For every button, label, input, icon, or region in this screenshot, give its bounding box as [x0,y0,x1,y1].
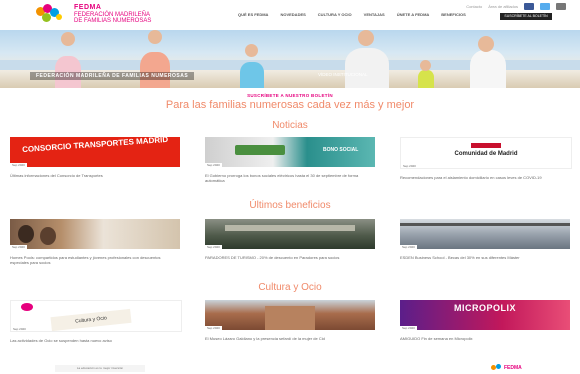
nav-unete[interactable]: ÚNETE A FEDMA [397,12,430,17]
benefit-description[interactable]: ESDEN Business School - Becas del 30% en… [400,255,570,260]
hero-person [345,48,389,88]
nav-beneficios[interactable]: BENEFICIOS [441,12,465,17]
power-strip-shape [235,145,285,155]
building-shape [225,225,355,231]
culture-card[interactable]: MICROPOLIX Sep 2020 AMIGUIDO Fin de sema… [400,300,570,341]
header: FEDMA FEDERACIÓN MADRILEÑA DE FAMILIAS N… [0,0,580,30]
benefit-description[interactable]: PARADORES DE TURISMO - 20% de descuento … [205,255,375,260]
nav-novedades[interactable]: NOVEDADES [280,12,305,17]
ceiling-shape [400,223,570,226]
section-title-cultura: Cultura y Ocio [258,282,322,293]
hero-person [470,50,506,88]
news-card[interactable]: Comunidad de Madrid Sep 2020 Recomendaci… [400,137,572,180]
hero-person-head [245,44,258,57]
news-image[interactable]: Comunidad de Madrid Sep 2020 [400,137,572,169]
news-image[interactable]: BONO SOCIAL Sep 2020 [205,137,375,167]
footer-logo[interactable]: FEDMA [491,364,525,372]
logo-name: FEDMA [74,4,102,11]
hero-person [240,62,264,88]
subscribe-newsletter-button[interactable]: SUSCRÍBETE AL BOLETÍN [500,13,552,20]
people-shape [40,227,56,245]
news-description[interactable]: El Gobierno prorroga los bonos sociales … [205,173,375,183]
news-description[interactable]: Últimas informaciones del Consorcio de T… [10,173,180,178]
nav-ventajas[interactable]: VENTAJAS [364,12,385,17]
news-image[interactable]: CONSORCIO TRANSPORTES MADRID Sep 2020 [10,137,180,167]
logo-text: FEDMA FEDERACIÓN MADRILEÑA DE FAMILIAS N… [74,4,152,25]
nav-cultura-y-ocio[interactable]: CULTURA Y OCIO [318,12,352,17]
news-card[interactable]: BONO SOCIAL Sep 2020 El Gobierno prorrog… [205,137,375,183]
news-date: Sep 2020 [401,164,418,168]
footer-logo-text: FEDMA [504,365,522,371]
footer: La educación es tu mejor inversión FEDMA [0,364,580,374]
culture-image-text: Cultura y Ocio [50,308,132,331]
logo-dot-icon [496,364,501,369]
news-description[interactable]: Recomendaciones para el aislamiento domi… [400,175,570,180]
news-image-text: CONSORCIO TRANSPORTES MADRID [21,137,169,155]
culture-image[interactable]: MICROPOLIX Sep 2020 [400,300,570,330]
culture-image[interactable]: Cultura y Ocio Sep 2020 [10,300,182,332]
culture-image-text: MICROPOLIX [453,303,516,313]
news-date: Sep 2020 [205,163,222,167]
site-logo[interactable]: FEDMA FEDERACIÓN MADRILEÑA DE FAMILIAS N… [34,3,164,25]
footer-banner[interactable]: La educación es tu mejor inversión [55,365,145,372]
museum-building-shape [265,306,315,330]
hero-caption: FEDERACIÓN MADRILEÑA DE FAMILIAS NUMEROS… [30,72,195,80]
hero-person-head [478,36,494,52]
culture-card[interactable]: Cultura y Ocio Sep 2020 Las actividades … [10,300,182,343]
section-title-noticias: Noticias [272,120,308,131]
hero-person-head [148,30,162,44]
news-image-text: Comunidad de Madrid [454,151,518,157]
benefit-card[interactable]: Sep 2020 Homes Pools: compartidos para e… [10,219,180,265]
benefit-image[interactable]: Sep 2020 [400,219,570,249]
benefit-card[interactable]: Sep 2020 PARADORES DE TURISMO - 20% de d… [205,219,375,260]
culture-image[interactable]: Sep 2020 [205,300,375,330]
benefit-date: Sep 2020 [205,245,222,249]
main-nav: QUÉ ES FEDMA NOVEDADES CULTURA Y OCIO VE… [238,12,466,17]
section-title-beneficios: Últimos beneficios [249,200,331,211]
hero-banner: FEDERACIÓN MADRILEÑA DE FAMILIAS NUMEROS… [0,30,580,88]
culture-card[interactable]: Sep 2020 El Museo Lázaro Galdiano y la p… [205,300,375,341]
hero-person-head [420,60,431,71]
util-link-contacto[interactable]: Contacto [466,4,482,9]
hero-person [418,70,434,88]
news-image-text: BONO SOCIAL [323,147,359,153]
benefit-image[interactable]: Sep 2020 [10,219,180,249]
news-date: Sep 2020 [10,163,27,167]
benefit-description[interactable]: Homes Pools: compartidos para estudiante… [10,255,180,265]
culture-description[interactable]: Las actividades de Ocio se suspenden has… [10,338,180,343]
logo-mark-icon [21,303,33,311]
benefit-image[interactable]: Sep 2020 [205,219,375,249]
facebook-icon[interactable] [524,3,534,10]
hero-person-head [358,30,374,46]
logo-subtitle-1: FEDERACIÓN MADRILEÑA [74,11,151,18]
utility-bar: Contacto Área de afiliados [466,3,566,10]
benefit-date: Sep 2020 [10,245,27,249]
hero-video-link[interactable]: VÍDEO INSTITUCIONAL [318,72,368,77]
culture-date: Sep 2020 [205,326,222,330]
twitter-icon[interactable] [540,3,550,10]
logo-mark-icon [34,3,74,25]
util-link-afiliados[interactable]: Área de afiliados [488,4,518,9]
nav-que-es-fedma[interactable]: QUÉ ES FEDMA [238,12,268,17]
culture-date: Sep 2020 [400,326,417,330]
madrid-flag-shape [471,143,501,148]
culture-description[interactable]: El Museo Lázaro Galdiano y la presencia … [205,336,375,341]
news-card[interactable]: CONSORCIO TRANSPORTES MADRID Sep 2020 Úl… [10,137,180,178]
hero-person-head [61,32,75,46]
page-tagline: Para las familias numerosas cada vez más… [165,99,415,111]
culture-description[interactable]: AMIGUIDO Fin de semana en Micropolix [400,336,570,341]
culture-date: Sep 2020 [11,327,28,331]
hero-person [140,52,170,88]
benefit-date: Sep 2020 [400,245,417,249]
benefit-card[interactable]: Sep 2020 ESDEN Business School - Becas d… [400,219,570,260]
subscribe-link[interactable]: SUSCRÍBETE A NUESTRO BOLETÍN [0,93,580,98]
youtube-icon[interactable] [556,3,566,10]
logo-subtitle-2: DE FAMILIAS NUMEROSAS [74,18,152,24]
people-shape [18,225,34,243]
